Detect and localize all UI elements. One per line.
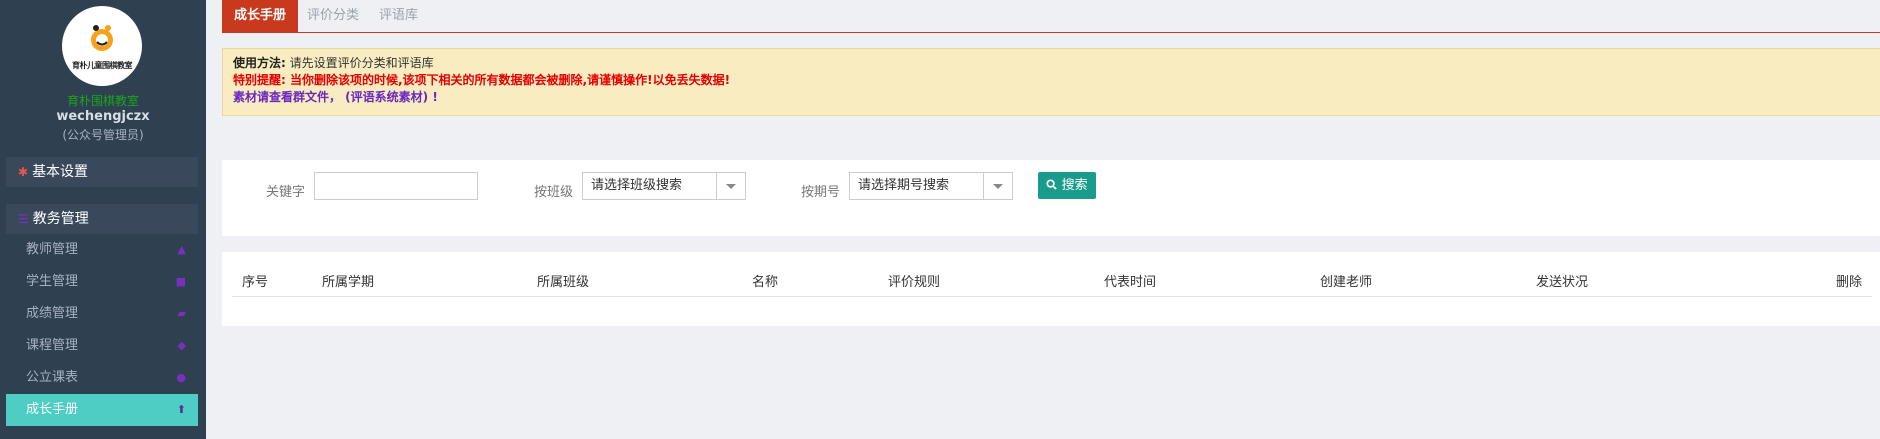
sidebar-item-grades[interactable]: 成绩管理 ▰ <box>6 298 198 330</box>
table-header: 序号 所属学期 所属班级 名称 评价规则 代表时间 创建老师 发送状况 删除 <box>232 266 1872 297</box>
logo-emblem-icon <box>91 25 113 51</box>
search-panel: 关键字 按班级 请选择班级搜索 按期号 请选择期号搜索 搜索 <box>222 160 1880 236</box>
list-icon: ☰ <box>18 212 29 226</box>
column-header-index: 序号 <box>242 275 269 290</box>
class-select-value: 请选择班级搜索 <box>591 178 683 193</box>
tab-evaluation-category[interactable]: 评价分类 <box>295 0 371 32</box>
sidebar-item-label: 教师管理 <box>26 242 79 257</box>
sidebar-item-teachers[interactable]: 教师管理 ▲ <box>6 234 198 266</box>
menu-academic-label: 教务管理 <box>32 211 89 227</box>
graduation-cap-icon: ◆ <box>177 339 186 352</box>
column-header-class: 所属班级 <box>537 275 590 290</box>
school-logo: 育朴儿童围棋教室 <box>62 6 142 86</box>
chevron-down-icon <box>983 173 1012 199</box>
handbook-table: 序号 所属学期 所属班级 名称 评价规则 代表时间 创建老师 发送状况 删除 <box>222 252 1880 326</box>
column-header-evaluation-rule: 评价规则 <box>888 275 941 290</box>
sidebar-item-courses[interactable]: 课程管理 ◆ <box>6 330 198 362</box>
sidebar-item-label: 公立课表 <box>26 370 79 385</box>
class-label: 按班级 <box>534 185 574 200</box>
column-header-delete: 删除 <box>1835 275 1862 290</box>
chart-icon: ▰ <box>177 307 186 320</box>
sidebar: 育朴儿童围棋教室 育朴围棋教室 wechengjczx (公众号管理员) ✱ 基本… <box>0 0 206 439</box>
menu-basic-settings-label: 基本设置 <box>32 164 89 180</box>
menu-academic[interactable]: ☰ 教务管理 <box>6 204 198 234</box>
notice-warning: 特别提醒: 当你删除该项的时候,该项下相关的所有数据都会被删除,请谨慎操作!以免… <box>233 73 731 87</box>
circle-icon: ● <box>176 371 186 384</box>
notice-usage-title: 使用方法: <box>233 56 286 70</box>
tab-bar: 成长手册 评价分类 评语库 <box>222 0 1880 33</box>
user-icon: ▲ <box>177 243 186 256</box>
period-select-value: 请选择期号搜索 <box>858 178 950 193</box>
user-role: (公众号管理员) <box>62 128 144 142</box>
column-header-semester: 所属学期 <box>322 275 375 290</box>
column-header-send-status: 发送状况 <box>1536 275 1589 290</box>
gear-icon: ✱ <box>18 165 29 179</box>
column-header-represent-time: 代表时间 <box>1104 275 1157 290</box>
period-select[interactable]: 请选择期号搜索 <box>849 172 1013 200</box>
sidebar-item-label: 成长手册 <box>26 402 79 417</box>
sidebar-item-schedule[interactable]: 公立课表 ● <box>6 362 198 394</box>
sidebar-item-growth-handbook[interactable]: 成长手册 ⬆ <box>6 394 198 426</box>
arrow-up-icon: ⬆ <box>176 403 186 416</box>
column-header-teacher: 创建老师 <box>1320 275 1373 290</box>
school-name: 育朴围棋教室 <box>66 94 139 108</box>
column-header-name: 名称 <box>752 275 779 290</box>
sidebar-item-label: 学生管理 <box>26 274 79 289</box>
tab-growth-handbook[interactable]: 成长手册 <box>222 0 299 32</box>
notice-usage-line: 使用方法: 请先设置评价分类和评语库 <box>233 55 1871 72</box>
notice-material[interactable]: 素材请查看群文件， (评语系统素材) ! <box>233 89 1871 106</box>
usage-notice: 使用方法: 请先设置评价分类和评语库 特别提醒: 当你删除该项的时候,该项下相关… <box>222 48 1880 116</box>
keyword-label: 关键字 <box>266 185 306 200</box>
search-button[interactable]: 搜索 <box>1038 172 1096 199</box>
logo-text: 育朴儿童围棋教室 <box>72 61 133 70</box>
keyword-input[interactable] <box>314 172 478 200</box>
menu-basic-settings[interactable]: ✱ 基本设置 <box>6 157 198 187</box>
sidebar-item-label: 课程管理 <box>26 338 79 353</box>
users-icon: ■ <box>175 275 186 288</box>
sidebar-item-students[interactable]: 学生管理 ■ <box>6 266 198 298</box>
search-button-label: 搜索 <box>1061 178 1088 193</box>
username: wechengjczx <box>56 109 150 124</box>
class-select[interactable]: 请选择班级搜索 <box>582 172 746 200</box>
period-label: 按期号 <box>801 185 841 200</box>
search-icon <box>1046 179 1058 190</box>
notice-usage-text: 请先设置评价分类和评语库 <box>285 56 434 70</box>
chevron-down-icon <box>716 173 745 199</box>
sidebar-item-label: 成绩管理 <box>26 306 79 321</box>
tab-comment-library[interactable]: 评语库 <box>367 0 430 32</box>
